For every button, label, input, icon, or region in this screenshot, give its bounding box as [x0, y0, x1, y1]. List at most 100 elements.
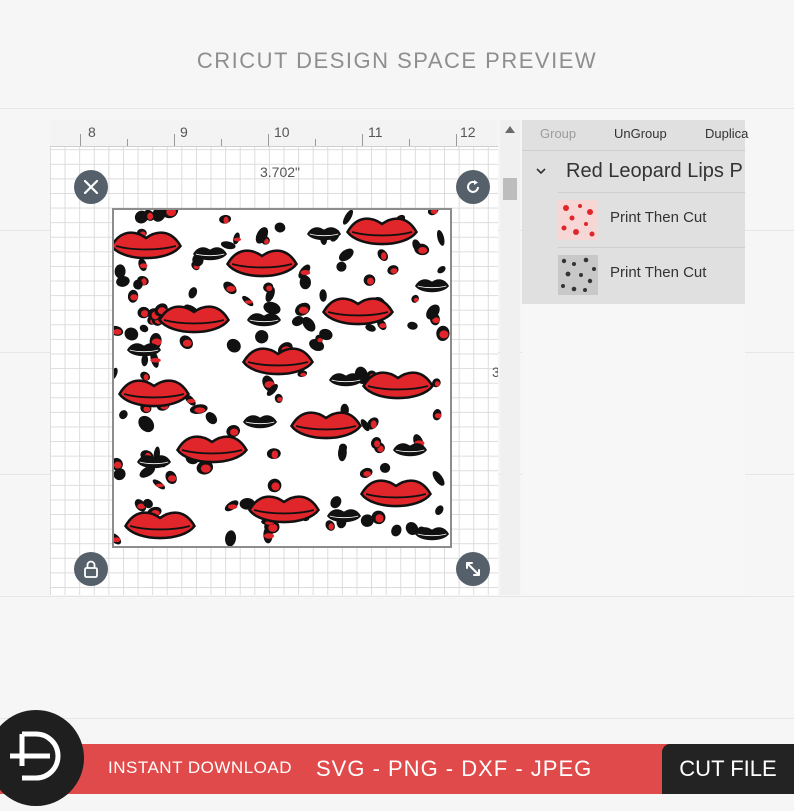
- leopard-lips-pattern: [114, 210, 450, 546]
- layers-panel-empty-area: [522, 304, 745, 595]
- scroll-up-arrow-icon[interactable]: [505, 126, 515, 133]
- ruler-number: 9: [180, 124, 188, 140]
- leopard-spot: [363, 274, 376, 286]
- leopard-spot: [165, 470, 177, 485]
- layer-item[interactable]: Print Then Cut: [558, 192, 745, 247]
- leopard-spot: [436, 229, 445, 246]
- lips-shape: [415, 527, 449, 541]
- leopard-spot: [330, 496, 342, 509]
- leopard-spot: [127, 289, 139, 303]
- leopard-spot: [338, 248, 354, 262]
- ruler-number: 8: [88, 124, 96, 140]
- leopard-spot: [255, 330, 269, 344]
- layer-thumbnail-black: [558, 255, 598, 295]
- background-plank-line: [0, 596, 794, 597]
- ruler-number: 12: [460, 124, 476, 140]
- background-plank-line: [0, 108, 794, 109]
- resize-button[interactable]: [456, 552, 490, 586]
- lips-shape: [329, 373, 363, 387]
- background-plank-line: [0, 718, 794, 719]
- layers-panel: Group UnGroup Duplica Red Leopard Lips P…: [522, 120, 748, 304]
- lips-shape: [117, 379, 191, 408]
- leopard-spot: [152, 479, 166, 490]
- lock-button[interactable]: [74, 552, 108, 586]
- scroll-thumb[interactable]: [503, 178, 517, 200]
- leopard-spot: [205, 412, 218, 425]
- leopard-spot: [379, 462, 391, 473]
- leopard-spot: [179, 335, 193, 350]
- leopard-spot: [432, 409, 442, 421]
- lips-shape: [225, 249, 299, 278]
- ruler-number: 11: [368, 124, 383, 140]
- duplicate-button[interactable]: Duplica: [705, 126, 748, 141]
- leopard-spot: [274, 393, 283, 403]
- layer-group-name: Red Leopard Lips P: [566, 160, 743, 182]
- lips-shape: [415, 279, 449, 293]
- leopard-spot: [139, 324, 149, 333]
- ruler-tick: [174, 134, 175, 146]
- rotate-button[interactable]: [456, 170, 490, 204]
- lips-shape: [393, 443, 427, 457]
- logo-d-icon: [10, 731, 61, 781]
- leopard-spot: [225, 530, 237, 546]
- leopard-spot: [219, 214, 232, 224]
- leopard-spot: [435, 505, 444, 515]
- leopard-spot: [319, 289, 327, 302]
- ruler-tick: [362, 134, 363, 146]
- leopard-spot: [223, 281, 237, 295]
- resize-icon: [466, 562, 480, 576]
- leopard-spot: [437, 265, 446, 274]
- leopard-spot: [432, 470, 445, 486]
- close-icon: [83, 179, 99, 195]
- leopard-spot: [411, 294, 419, 303]
- top-ruler: 8 9 10 11 12: [50, 120, 498, 147]
- leopard-spot: [336, 261, 347, 272]
- page-title: CRICUT DESIGN SPACE PREVIEW: [196, 48, 598, 73]
- ruler-tick: [268, 134, 269, 146]
- ruler-tick: [80, 134, 81, 146]
- file-formats-label: SVG - PNG - DXF - JPEG: [316, 756, 593, 781]
- ruler-tick: [409, 139, 410, 146]
- group-button[interactable]: Group: [540, 126, 576, 141]
- layer-thumbnail-red: [558, 200, 598, 240]
- leopard-spot: [138, 415, 155, 433]
- lips-shape: [114, 231, 183, 260]
- leopard-spot: [295, 302, 311, 316]
- ruler-tick: [221, 139, 222, 146]
- ruler-tick: [456, 134, 457, 146]
- lips-shape: [247, 313, 281, 327]
- height-dimension-label: 3: [492, 364, 498, 380]
- leopard-spot: [391, 524, 402, 537]
- chevron-down-icon[interactable]: [536, 166, 546, 176]
- leopard-spot: [119, 410, 128, 420]
- layer-group-row[interactable]: Red Leopard Lips P: [522, 158, 745, 188]
- canvas-scrollbar[interactable]: [500, 120, 520, 595]
- layer-item[interactable]: Print Then Cut: [558, 247, 745, 302]
- leopard-spot: [114, 533, 122, 545]
- lips-shape: [127, 343, 161, 357]
- leopard-spot: [138, 258, 148, 272]
- leopard-spot: [267, 478, 282, 493]
- leopard-spot: [387, 265, 399, 275]
- ungroup-button[interactable]: UnGroup: [614, 126, 667, 141]
- lips-shape: [157, 305, 231, 334]
- lips-shape: [289, 411, 363, 440]
- leopard-spot: [274, 222, 286, 233]
- ruler-tick: [127, 139, 128, 146]
- lips-shape: [243, 415, 277, 429]
- lips-shape: [175, 435, 249, 464]
- leopard-lips-design[interactable]: [112, 208, 452, 548]
- layer-label: Print Then Cut: [610, 209, 707, 226]
- leopard-spot: [359, 467, 373, 478]
- lips-shape: [193, 247, 227, 261]
- leopard-spot: [407, 321, 418, 330]
- ruler-number: 10: [274, 124, 290, 140]
- lips-shape: [247, 495, 321, 524]
- close-button[interactable]: [74, 170, 108, 204]
- width-dimension-label: 3.702": [260, 164, 301, 180]
- leopard-spot: [114, 367, 118, 380]
- layer-label: Print Then Cut: [610, 264, 707, 281]
- leopard-spot: [233, 232, 242, 245]
- brand-logo: [0, 710, 84, 806]
- design-canvas[interactable]: 8 9 10 11 12 3.702" 3: [50, 120, 498, 595]
